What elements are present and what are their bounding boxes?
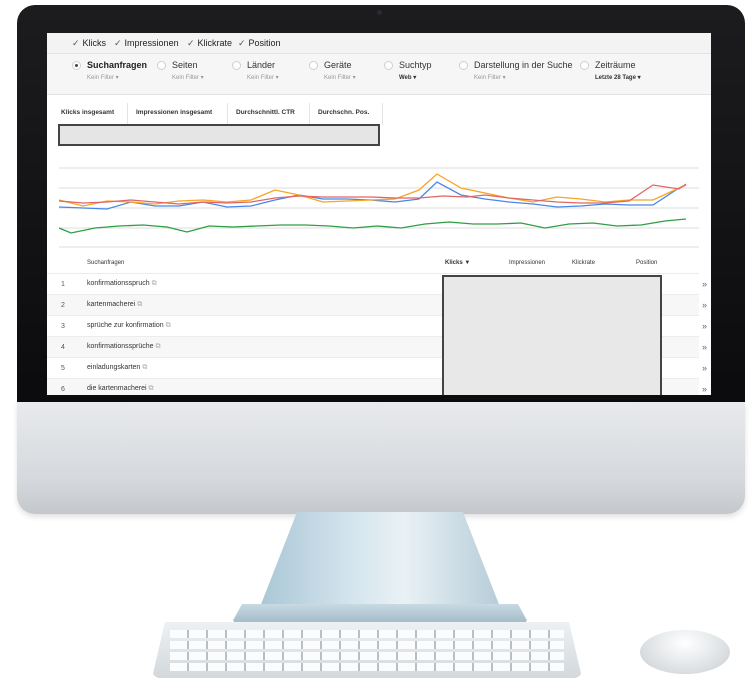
dimension-label: Suchtyp [399,60,432,70]
dimension-filter-dropdown[interactable]: Kein Filter ▾ [324,74,356,81]
query-cell[interactable]: konfirmationsspruch ⧉ [87,280,157,288]
query-text: einladungskarten [87,364,141,371]
dimension-label: Seiten [172,60,198,70]
dimension-search-type[interactable]: Suchtyp Web ▾ [384,60,432,81]
radio-selected-icon [72,61,81,70]
redacted-table-values [442,275,662,395]
radio-icon [232,61,241,70]
query-cell[interactable]: kartenmacherei ⧉ [87,301,142,309]
summary-divider [309,103,310,125]
metric-label: Klickrate [197,38,233,48]
dimension-queries[interactable]: Suchanfragen Kein Filter ▾ [72,60,148,81]
total-impressions-heading: Impressionen insgesamt [136,109,213,116]
screen: ✓ Klicks ✓ Impressionen ✓ Klickrate ✓ Positi… [47,33,711,395]
metric-clicks-toggle[interactable]: ✓ Klicks [72,38,106,49]
total-clicks-heading: Klicks insgesamt [61,109,115,116]
row-expand-icon[interactable]: » [702,300,707,310]
summary-divider [382,103,383,125]
radio-icon [459,61,468,70]
radio-icon [157,61,166,70]
avg-ctr-heading: Durchschnittl. CTR [236,109,295,116]
row-number: 5 [61,365,65,372]
row-number: 6 [61,386,65,393]
column-header-impressions[interactable]: Impressionen [509,260,545,266]
dimension-filters: Suchanfragen Kein Filter ▾ Seiten Kein F… [47,54,711,95]
dimension-filter-dropdown[interactable]: Web ▾ [399,74,432,81]
check-icon: ✓ [114,38,122,48]
row-number: 4 [61,344,65,351]
row-number: 1 [61,281,65,288]
column-header-ctr[interactable]: Klickrate [572,260,595,266]
dimension-filter-dropdown[interactable]: Letzte 28 Tage ▾ [595,74,641,81]
query-cell[interactable]: konfirmationssprüche ⧉ [87,343,161,351]
external-link-icon[interactable]: ⧉ [156,343,161,350]
camera-dot [377,10,382,15]
metric-impressions-toggle[interactable]: ✓ Impressionen [114,38,179,49]
query-cell[interactable]: einladungskarten ⧉ [87,364,147,372]
avg-position-heading: Durchschn. Pos. [318,109,370,116]
redacted-summary-values [58,124,380,146]
check-icon: ✓ [72,38,80,48]
row-expand-icon[interactable]: » [702,384,707,394]
dimension-search-appearance[interactable]: Darstellung in der Suche Kein Filter ▾ [459,60,573,81]
external-link-icon[interactable]: ⧉ [149,385,154,392]
metric-label: Impressionen [124,38,179,48]
metric-ctr-toggle[interactable]: ✓ Klickrate [187,38,232,49]
dimension-label: Suchanfragen [87,60,148,70]
dimension-label: Länder [247,60,276,70]
query-text: sprüche zur konfirmation [87,322,164,329]
dimension-filter-dropdown[interactable]: Kein Filter ▾ [172,74,204,81]
row-expand-icon[interactable]: » [702,321,707,331]
position-series-line [59,218,687,234]
monitor-chin [17,402,745,514]
dimension-pages[interactable]: Seiten Kein Filter ▾ [157,60,204,81]
mouse [640,630,730,674]
dimension-devices[interactable]: Geräte Kein Filter ▾ [309,60,356,81]
row-expand-icon[interactable]: » [702,279,707,289]
row-number: 3 [61,323,65,330]
radio-icon [580,61,589,70]
dimension-label: Geräte [324,60,352,70]
query-text: konfirmationssprüche [87,343,154,350]
metric-label: Position [248,38,281,48]
dimension-filter-dropdown[interactable]: Kein Filter ▾ [87,74,147,81]
column-header-clicks[interactable]: Klicks ▼ [445,260,470,266]
metric-label: Klicks [82,38,107,48]
query-cell[interactable]: die kartenmacherei ⧉ [87,385,154,393]
metric-toggles: ✓ Klicks ✓ Impressionen ✓ Klickrate ✓ Positi… [47,33,711,54]
dimension-countries[interactable]: Länder Kein Filter ▾ [232,60,279,81]
external-link-icon[interactable]: ⧉ [137,301,142,308]
external-link-icon[interactable]: ⧉ [142,364,147,371]
row-expand-icon[interactable]: » [702,363,707,373]
check-icon: ✓ [187,38,195,48]
query-text: konfirmationsspruch [87,280,150,287]
monitor-stand [258,512,502,612]
column-header-position[interactable]: Position [636,260,657,266]
row-number: 2 [61,302,65,309]
metric-position-toggle[interactable]: ✓ Position [238,38,281,49]
column-header-query[interactable]: Suchanfragen [87,260,124,266]
check-icon: ✓ [238,38,246,48]
dimension-date-range[interactable]: Zeiträume Letzte 28 Tage ▾ [580,60,641,81]
external-link-icon[interactable]: ⧉ [166,322,171,329]
dimension-label: Darstellung in der Suche [474,60,573,70]
radio-icon [384,61,393,70]
summary-divider [227,103,228,125]
external-link-icon[interactable]: ⧉ [152,280,157,287]
summary-divider [127,103,128,125]
dimension-filter-dropdown[interactable]: Kein Filter ▾ [474,74,573,81]
clicks-series-line [59,181,687,210]
keyboard [152,622,582,678]
dimension-label: Zeiträume [595,60,636,70]
performance-chart [59,167,699,248]
query-text: kartenmacherei [87,301,136,308]
query-text: die kartenmacherei [87,385,147,392]
row-expand-icon[interactable]: » [702,342,707,352]
radio-icon [309,61,318,70]
query-cell[interactable]: sprüche zur konfirmation ⧉ [87,322,171,330]
dimension-filter-dropdown[interactable]: Kein Filter ▾ [247,74,279,81]
